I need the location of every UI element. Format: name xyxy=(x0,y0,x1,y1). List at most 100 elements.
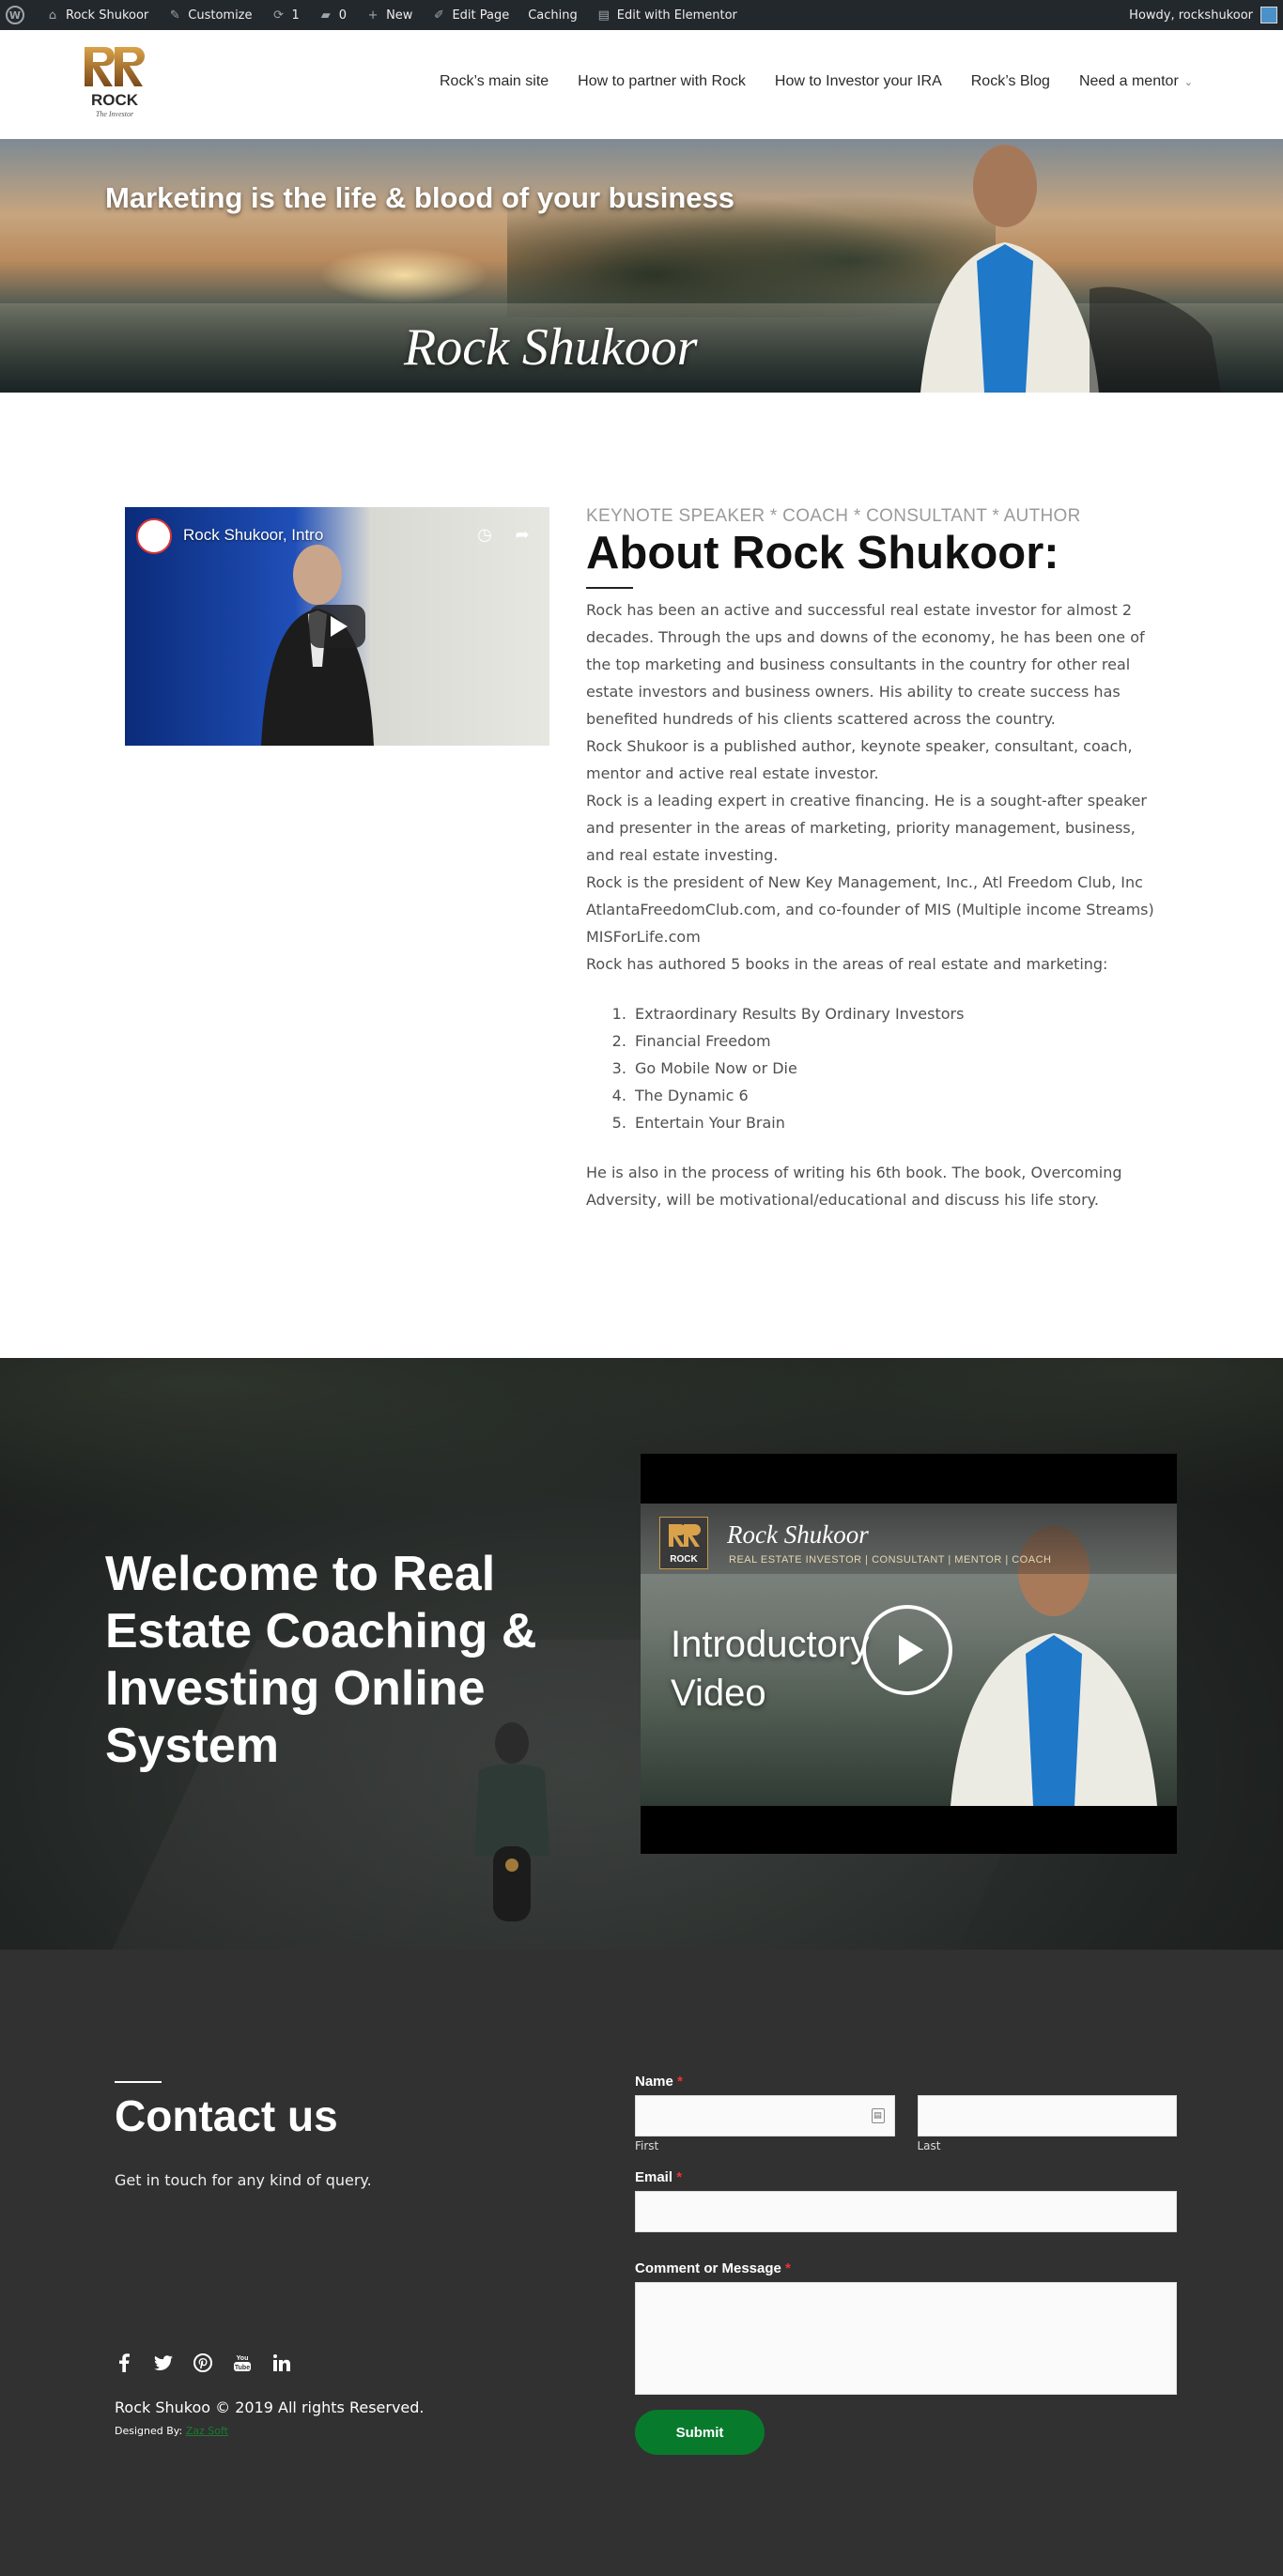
admin-bar-customize[interactable]: ✎ Customize xyxy=(167,8,253,23)
hero-sunset xyxy=(319,247,488,303)
books-list: Extraordinary Results By Ordinary Invest… xyxy=(631,1000,1161,1136)
hero-banner: Marketing is the life & blood of your bu… xyxy=(0,139,1283,393)
first-name-field[interactable]: ▤ xyxy=(635,2095,895,2136)
intro-video-play-button[interactable] xyxy=(862,1605,952,1695)
share-icon[interactable]: ➦ xyxy=(510,522,534,547)
admin-bar-site-name[interactable]: ⌂ Rock Shukoor xyxy=(45,8,148,23)
email-label-text: Email xyxy=(635,2169,673,2185)
welcome-section: Welcome to Real Estate Coaching & Invest… xyxy=(0,1358,1283,1950)
about-paragraph: Rock has authored 5 books in the areas o… xyxy=(586,954,1108,973)
about-closing: He is also in the process of writing his… xyxy=(586,1163,1122,1209)
contact-title-divider xyxy=(115,2081,162,2083)
required-mark: * xyxy=(677,2074,683,2090)
youtube-icon[interactable]: You Tube xyxy=(233,2353,252,2372)
admin-bar-updates[interactable]: ⟳ 1 xyxy=(271,8,300,23)
elementor-icon: ▤ xyxy=(597,8,610,23)
name-fields: ▤ First Last xyxy=(635,2095,1177,2152)
nav-item-blog[interactable]: Rock’s Blog xyxy=(971,73,1050,90)
hero-name: Rock Shukoor xyxy=(404,318,698,377)
intro-video-name: Rock Shukoor xyxy=(727,1520,869,1549)
admin-bar-edit-page[interactable]: ✐ Edit Page xyxy=(431,8,509,23)
logo-tagline: The Investor xyxy=(96,110,134,118)
comment-icon: ▰ xyxy=(320,8,331,23)
rock-logo[interactable]: ROCK The Investor xyxy=(77,43,152,124)
site-header: ROCK The Investor Rock’s main site How t… xyxy=(0,30,1283,139)
first-name-sublabel: First xyxy=(635,2139,659,2152)
contact-section: Contact us Get in touch for any kind of … xyxy=(0,1950,1283,2576)
about-paragraph: Rock is the president of New Key Managem… xyxy=(586,872,1154,946)
nav-item-partner[interactable]: How to partner with Rock xyxy=(578,73,746,90)
about-paragraph: Rock is a leading expert in creative fin… xyxy=(586,791,1147,864)
home-icon: ⌂ xyxy=(48,8,57,23)
intro-video-player[interactable]: ROCK Rock Shukoor REAL ESTATE INVESTOR |… xyxy=(641,1454,1177,1854)
play-icon xyxy=(899,1635,923,1665)
customize-label: Customize xyxy=(188,8,253,23)
nav-item-ira[interactable]: How to Investor your IRA xyxy=(775,73,942,90)
admin-bar-comments[interactable]: ▰ 0 xyxy=(318,8,347,23)
admin-bar-elementor[interactable]: ▤ Edit with Elementor xyxy=(596,8,737,23)
clock-icon[interactable]: ◷ xyxy=(472,522,497,547)
svg-text:Tube: Tube xyxy=(235,2365,250,2371)
required-mark: * xyxy=(676,2169,683,2185)
avatar xyxy=(1260,7,1277,23)
intro-video-caption: Introductory Video xyxy=(671,1624,870,1714)
message-label: Comment or Message * xyxy=(635,2260,1177,2276)
name-label: Name * xyxy=(635,2074,1177,2090)
book-item: Entertain Your Brain xyxy=(631,1109,1161,1136)
submit-button[interactable]: Submit xyxy=(635,2410,765,2455)
channel-avatar[interactable] xyxy=(136,518,172,554)
admin-bar-account[interactable]: Howdy, rockshukoor xyxy=(1129,7,1277,23)
svg-text:You: You xyxy=(237,2355,249,2362)
hero-portrait xyxy=(920,145,1221,393)
contact-subtitle: Get in touch for any kind of query. xyxy=(115,2171,372,2189)
required-mark: * xyxy=(785,2260,791,2276)
caching-label: Caching xyxy=(528,8,578,23)
book-item: Extraordinary Results By Ordinary Invest… xyxy=(631,1000,1161,1027)
message-label-text: Comment or Message xyxy=(635,2260,781,2276)
email-field[interactable] xyxy=(635,2191,1177,2232)
howdy-label: Howdy, rockshukoor xyxy=(1129,8,1253,23)
about-paragraph: Rock Shukoor is a published author, keyn… xyxy=(586,736,1133,782)
facebook-icon[interactable] xyxy=(115,2353,133,2372)
last-name-sublabel: Last xyxy=(917,2139,941,2152)
message-textarea[interactable] xyxy=(635,2282,1177,2395)
title-divider xyxy=(586,586,633,589)
site-name-label: Rock Shukoor xyxy=(66,8,149,23)
nav-item-mentor[interactable]: Need a mentor ⌄ xyxy=(1079,73,1193,90)
video-play-button[interactable] xyxy=(309,605,365,648)
edit-page-label: Edit Page xyxy=(452,8,510,23)
intro-video-logo: ROCK xyxy=(659,1517,708,1569)
intro-video-frame: ROCK Rock Shukoor REAL ESTATE INVESTOR |… xyxy=(641,1504,1177,1806)
admin-bar-caching[interactable]: Caching xyxy=(528,8,578,23)
pencil-icon: ✐ xyxy=(433,8,444,23)
copyright-text: Rock Shukoo © 2019 All rights Reserved. xyxy=(115,2399,425,2416)
contact-title: Contact us xyxy=(115,2091,338,2140)
hero-tagline: Marketing is the life & blood of your bu… xyxy=(105,181,735,214)
book-item: Financial Freedom xyxy=(631,1027,1161,1055)
twitter-icon[interactable] xyxy=(154,2353,173,2372)
comments-count: 0 xyxy=(338,8,348,23)
logo-wordmark: ROCK xyxy=(91,91,139,109)
designer-link[interactable]: Zaz Soft xyxy=(186,2425,228,2437)
pinterest-icon[interactable] xyxy=(193,2353,212,2372)
last-name-group: Last xyxy=(917,2095,1177,2152)
brush-icon: ✎ xyxy=(169,8,180,23)
contact-card-icon[interactable]: ▤ xyxy=(871,2108,885,2123)
designed-by: Designed By: Zaz Soft xyxy=(115,2425,228,2437)
nav-item-mentor-label[interactable]: Need a mentor xyxy=(1079,73,1179,89)
intro-video-subtitle: REAL ESTATE INVESTOR | CONSULTANT | MENT… xyxy=(729,1554,1052,1566)
linkedin-icon[interactable] xyxy=(272,2353,291,2372)
main-nav: Rock’s main site How to partner with Roc… xyxy=(440,73,1193,90)
intro-youtube-video[interactable]: Rock Shukoor, Intro ◷ ➦ xyxy=(125,507,549,746)
first-name-group: ▤ First xyxy=(635,2095,895,2152)
designed-by-label: Designed By: xyxy=(115,2425,183,2437)
wordpress-logo-icon[interactable]: W xyxy=(6,6,24,24)
about-content: KEYNOTE SPEAKER * COACH * CONSULTANT * A… xyxy=(586,506,1161,1213)
last-name-field[interactable] xyxy=(917,2095,1177,2136)
welcome-title: Welcome to Real Estate Coaching & Invest… xyxy=(105,1547,537,1773)
book-item: Go Mobile Now or Die xyxy=(631,1055,1161,1082)
nav-item-main-site[interactable]: Rock’s main site xyxy=(440,73,549,90)
admin-bar: W ⌂ Rock Shukoor ✎ Customize ⟳ 1 ▰ 0 + N… xyxy=(0,0,1283,30)
admin-bar-new[interactable]: + New xyxy=(365,8,413,23)
video-title[interactable]: Rock Shukoor, Intro xyxy=(183,526,323,545)
